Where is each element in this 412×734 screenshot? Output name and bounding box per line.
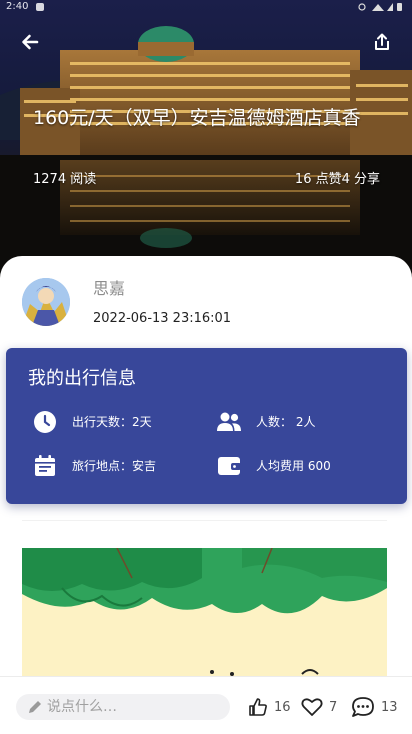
- calendar-icon: [32, 453, 58, 479]
- arrow-left-icon: [22, 34, 39, 50]
- comment-button[interactable]: 13: [351, 694, 398, 720]
- hero-image: 2:40 160元/天（双早）安吉温德姆酒店真香 1274 阅读 16 点赞4 …: [0, 0, 412, 300]
- heart-icon: [301, 698, 323, 716]
- trip-people: 人数： 2人: [216, 407, 315, 437]
- comment-count: 13: [381, 699, 398, 715]
- clock-icon: [32, 409, 58, 435]
- wallet-icon: [216, 453, 242, 479]
- like-share-count: 16 点赞4 分享: [294, 172, 380, 187]
- article-title: 160元/天（双早）安吉温德姆酒店真香: [33, 107, 361, 129]
- chat-bubble-icon: [352, 697, 374, 717]
- trip-info-title: 我的出行信息: [28, 368, 136, 389]
- author-name[interactable]: 思嘉: [93, 278, 125, 300]
- avatar-image: [22, 278, 70, 326]
- divider: [22, 520, 387, 521]
- hotel-night-photo: [0, 26, 412, 300]
- people-icon: [216, 409, 242, 435]
- read-count: 1274 阅读: [33, 172, 97, 187]
- avatar[interactable]: [22, 278, 70, 326]
- pencil-icon: [27, 699, 43, 715]
- back-button[interactable]: [16, 28, 44, 56]
- trip-location-text: 旅行地点：安吉: [72, 459, 157, 473]
- trip-location: 旅行地点：安吉: [32, 451, 156, 481]
- like-count: 16: [274, 699, 291, 715]
- article-screen: 2:40 160元/天（双早）安吉温德姆酒店真香 1274 阅读 16 点赞4 …: [0, 0, 412, 734]
- trip-info-card: 我的出行信息 出行天数：2天 人数： 2人 旅行地点：安吉 人均费用 600: [6, 348, 407, 504]
- trip-days: 出行天数：2天: [32, 407, 152, 437]
- share-icon: [375, 33, 389, 50]
- bottom-action-bar: 说点什么… 16 7 13: [0, 676, 412, 734]
- trip-cost: 人均费用 600: [216, 451, 331, 481]
- favorite-count: 7: [329, 699, 338, 715]
- illustration-image: [22, 548, 387, 678]
- status-time: 2:40: [6, 1, 29, 12]
- post-date: 2022-06-13 23:16:01: [93, 311, 232, 326]
- trip-days-text: 出行天数：2天: [72, 415, 152, 429]
- trip-people-text: 人数： 2人: [256, 415, 316, 429]
- share-button[interactable]: [368, 28, 396, 56]
- trip-cost-text: 人均费用 600: [256, 459, 331, 473]
- thumbs-up-icon: [249, 698, 267, 716]
- favorite-button[interactable]: 7: [301, 694, 337, 720]
- comment-placeholder: 说点什么…: [47, 699, 117, 715]
- status-bar: 2:40: [0, 0, 412, 14]
- article-image[interactable]: [22, 548, 387, 678]
- system-status-icons: [358, 3, 402, 11]
- comment-input[interactable]: 说点什么…: [16, 694, 230, 720]
- like-button[interactable]: 16: [248, 694, 291, 720]
- notification-icon: [36, 3, 44, 11]
